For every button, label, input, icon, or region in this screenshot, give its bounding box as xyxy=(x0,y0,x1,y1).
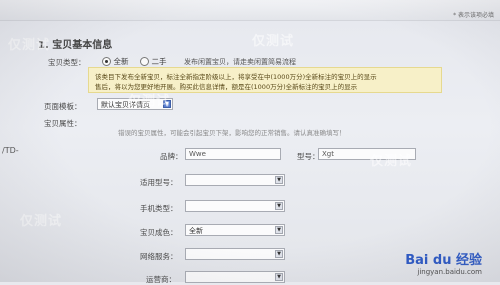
baidu-url: jingyan.baidu.com xyxy=(417,268,482,276)
chevron-down-icon[interactable]: ▼ xyxy=(275,226,283,234)
baidu-logo: Bai du 经验 xyxy=(405,253,482,268)
network-select[interactable]: ▼ xyxy=(185,248,285,260)
brand-input[interactable]: Wwe xyxy=(185,148,281,160)
baidu-jingyan-watermark: Bai du 经验 jingyan.baidu.com xyxy=(405,249,482,276)
watermark: 仅测试 xyxy=(128,94,171,109)
radio-used-indicator[interactable] xyxy=(140,57,149,66)
radio-new-indicator[interactable] xyxy=(102,57,111,66)
radio-new[interactable]: 全新 xyxy=(102,56,129,67)
notice-line-1: 该类目下发布全新宝贝，标注全新指定阶级以上，将享受在中(1000万分)全新标注的… xyxy=(95,73,377,81)
color-label: 宝贝成色： xyxy=(140,228,178,237)
item-type-label: 宝贝类型： xyxy=(48,58,86,67)
top-bar: * 表示该项必填 xyxy=(0,0,500,21)
chevron-down-icon[interactable]: ▼ xyxy=(275,176,283,184)
model-value: Xgt xyxy=(322,150,334,158)
model-label: 型号： xyxy=(297,152,320,161)
color-selected-value: 全新 xyxy=(189,227,203,235)
watermark: 仅测试 xyxy=(8,38,51,53)
radio-new-label: 全新 xyxy=(113,57,129,66)
brand-value: Wwe xyxy=(189,150,206,158)
applicable-model-label: 适用型号： xyxy=(140,178,178,187)
idle-item-link[interactable]: 发布闲置宝贝，请走卖闲置简易流程 xyxy=(184,57,296,67)
form-screen: * 表示该项必填 1. 宝贝基本信息 宝贝类型： 全新 二手 发布闲置宝贝，请走… xyxy=(0,0,500,284)
radio-used-label: 二手 xyxy=(151,57,167,66)
template-label: 页面模板： xyxy=(44,102,82,111)
attributes-hint: 错误的宝贝属性，可能会引起宝贝下架，影响您的正常销售。请认真准确填写！ xyxy=(118,129,346,137)
color-select[interactable]: 全新 ▼ xyxy=(185,224,285,236)
phone-type-label: 手机类型： xyxy=(140,204,178,213)
operator-select[interactable]: ▼ xyxy=(185,271,285,283)
chevron-down-icon[interactable]: ▼ xyxy=(275,202,283,210)
chevron-down-icon[interactable]: ▼ xyxy=(275,273,283,281)
watermark: 仅测试 xyxy=(252,34,295,49)
required-hint: * 表示该项必填 xyxy=(453,12,494,19)
watermark: 仅测试 xyxy=(370,154,413,169)
radio-used[interactable]: 二手 xyxy=(140,56,167,67)
brand-label: 品牌： xyxy=(160,152,183,161)
network-label: 网络服务： xyxy=(140,252,178,261)
td-label: /TD- xyxy=(2,146,19,155)
applicable-model-select[interactable]: ▼ xyxy=(185,174,285,186)
chevron-down-icon[interactable]: ▼ xyxy=(275,250,283,258)
operator-label: 运营商： xyxy=(146,275,176,284)
attributes-label: 宝贝属性： xyxy=(44,119,82,128)
phone-type-select[interactable]: ▼ xyxy=(185,200,285,212)
watermark: 仅测试 xyxy=(20,214,63,229)
